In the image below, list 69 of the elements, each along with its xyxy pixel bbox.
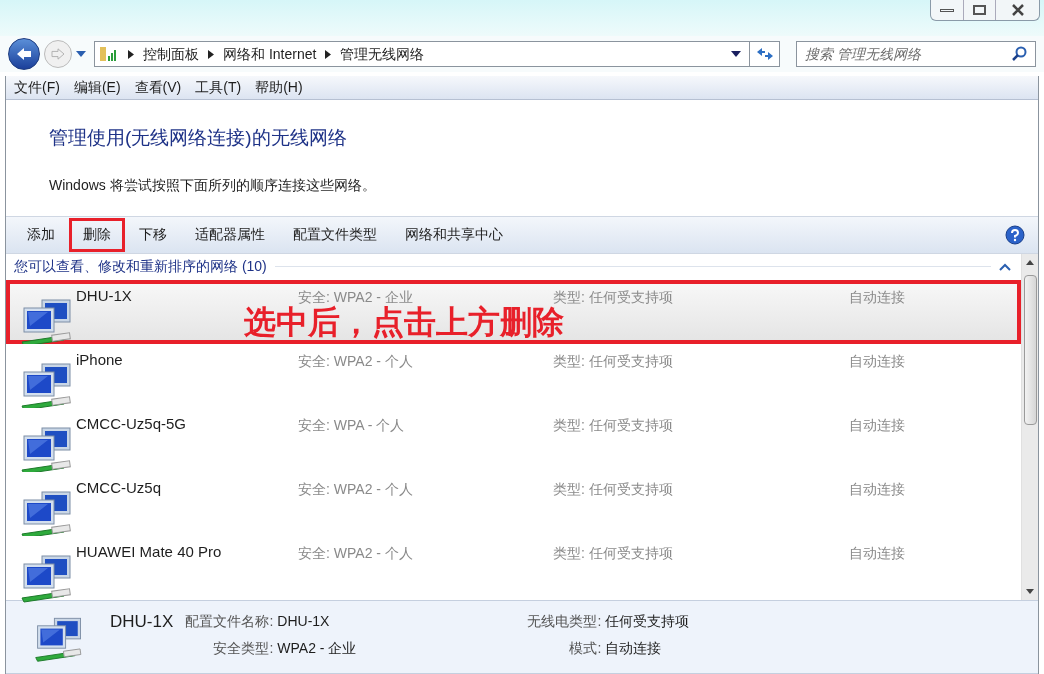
toolbar-button[interactable]: 添加 (13, 217, 69, 252)
network-name: iPhone (76, 349, 124, 370)
help-icon[interactable] (1005, 224, 1025, 245)
menu-item[interactable]: 文件(F) (14, 77, 60, 98)
detail-label: 模式: (568, 639, 602, 658)
network-security: 安全: WPA2 - 个人 (298, 543, 414, 563)
breadcrumb-arrow-icon[interactable] (128, 49, 134, 59)
scroll-down-icon[interactable] (1026, 589, 1034, 594)
network-mode: 自动连接 (849, 479, 905, 499)
breadcrumb-item[interactable]: 网络和 Internet (223, 43, 317, 65)
network-security: 安全: WPA2 - 个人 (298, 479, 414, 499)
breadcrumb-arrow-icon[interactable] (325, 49, 332, 59)
toolbar-button[interactable]: 下移 (125, 217, 181, 252)
detail-value: 任何受支持项 (605, 612, 691, 631)
page-heading: 管理使用(无线网络连接)的无线网络 (49, 126, 348, 150)
network-mode: 自动连接 (849, 351, 905, 371)
detail-value: WPA2 - 企业 (277, 639, 358, 658)
network-mode: 自动连接 (849, 543, 905, 563)
toolbar-button[interactable]: 删除 (69, 217, 125, 252)
breadcrumb-item[interactable]: 控制面板 (143, 43, 199, 65)
network-row[interactable]: DHU-1X 安全: WPA2 - 企业 类型: 任何受支持项 自动连接 选中后，点击上方删除 (6, 279, 1021, 344)
collapse-chevron-icon[interactable] (999, 262, 1011, 271)
detail-label: 配置文件名称: (184, 612, 274, 631)
detail-label: 安全类型: (212, 639, 274, 658)
network-mode: 自动连接 (849, 287, 905, 307)
search-icon (1011, 46, 1027, 62)
scroll-up-icon[interactable] (1026, 259, 1034, 265)
network-name: HUAWEI Mate 40 Pro (76, 541, 223, 562)
group-header: 您可以查看、修改和重新排序的网络 (10) (14, 257, 267, 276)
menu-item[interactable]: 编辑(E) (73, 77, 121, 98)
toolbar-button[interactable]: 适配器属性 (181, 217, 279, 252)
network-folder-icon (99, 46, 119, 62)
network-name: CMCC-Uz5q (76, 477, 162, 498)
breadcrumb-item[interactable]: 管理无线网络 (340, 43, 425, 65)
menu-item[interactable]: 帮助(H) (255, 77, 303, 98)
toolbar-button[interactable]: 配置文件类型 (279, 217, 391, 252)
network-name: DHU-1X (76, 285, 133, 306)
menu-item[interactable]: 查看(V) (134, 77, 182, 98)
detail-label: 无线电类型: (526, 612, 602, 631)
toolbar-button[interactable]: 网络和共享中心 (391, 217, 517, 252)
forward-arrow-icon (51, 48, 65, 60)
network-mode: 自动连接 (849, 415, 905, 435)
detail-value: DHU-1X (277, 612, 331, 631)
scrollbar-thumb[interactable] (1023, 274, 1037, 425)
network-type: 类型: 任何受支持项 (553, 479, 674, 499)
network-type: 类型: 任何受支持项 (553, 351, 674, 371)
history-dropdown-icon[interactable] (76, 51, 86, 57)
breadcrumb-arrow-icon[interactable] (208, 49, 214, 59)
back-arrow-icon (16, 47, 32, 61)
network-type: 类型: 任何受支持项 (553, 543, 674, 563)
network-type: 类型: 任何受支持项 (553, 415, 674, 435)
page-description: Windows 将尝试按照下面所列的顺序连接这些网络。 (49, 175, 377, 195)
network-security: 安全: WPA2 - 个人 (298, 351, 414, 371)
address-bar[interactable]: 控制面板 网络和 Internet 管理无线网络 (94, 41, 780, 67)
refresh-arrows-icon (755, 47, 774, 61)
network-name: CMCC-Uz5q-5G (76, 413, 187, 434)
vertical-scrollbar[interactable] (1021, 253, 1038, 600)
dropdown-arrow-icon[interactable] (731, 51, 741, 57)
details-network-name: DHU-1X (110, 611, 174, 633)
search-field[interactable]: 搜索 管理无线网络 (796, 41, 1036, 67)
annotation-text: 选中后，点击上方删除 (244, 305, 564, 338)
back-button[interactable] (8, 38, 40, 70)
network-security: 安全: WPA - 个人 (298, 415, 406, 435)
search-input[interactable]: 搜索 管理无线网络 (805, 43, 1011, 65)
network-security: 安全: WPA2 - 企业 (298, 287, 414, 305)
close-icon (1010, 4, 1025, 16)
menu-item[interactable]: 工具(T) (195, 77, 242, 98)
detail-value: 自动连接 (605, 639, 663, 658)
network-type: 类型: 任何受支持项 (553, 287, 674, 306)
